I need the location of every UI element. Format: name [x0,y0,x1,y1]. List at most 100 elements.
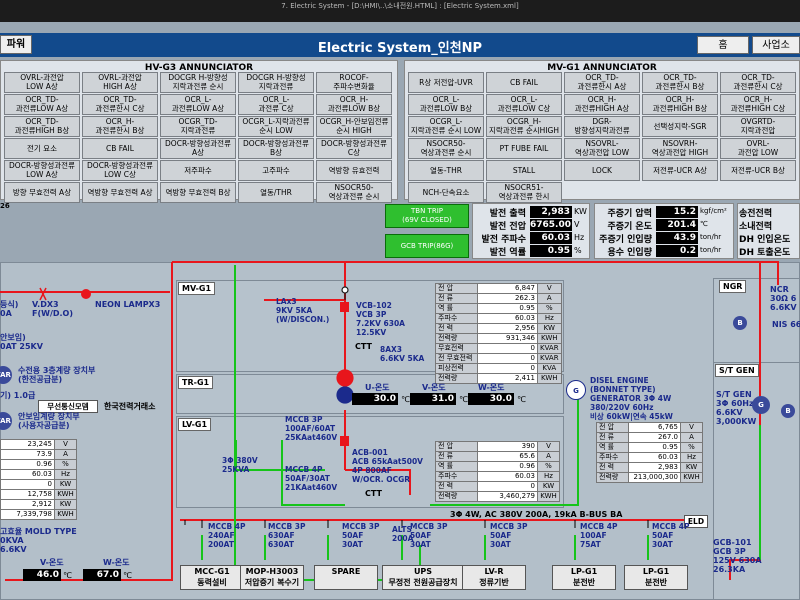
lv-table-unit: % [537,461,560,472]
nis-label: NIS 66 [772,320,800,329]
acb-breaker [340,436,349,446]
left-table-unit: KW [54,479,77,490]
red-top-bus [172,261,779,285]
w-temp-unit: ℃ [123,571,132,580]
left-table-row: 23,245 V [0,439,77,450]
u-temp-unit: ℃ [401,395,410,404]
left-table-value: 60.03 [0,469,55,480]
mold-type-label: 고효율 MOLD TYPE 0KVA 6.6KV [0,527,77,554]
tr-v-temp-label: V-온도 [422,383,446,392]
mccb-main-label: MCCB 3P 100AF/60AT 25KAat460V [285,415,338,442]
mv-table-row: 피상전력 0 KVA [435,363,562,374]
left-table-unit: KW [54,499,77,510]
tr-w-temp-label: W-온도 [478,383,505,392]
vcb-breaker [340,302,349,312]
feeder-button[interactable]: UPS 무정전 전원공급장치 [382,565,464,590]
diesel-table-unit: Hz [680,452,703,463]
lv-table-value: 60.03 [477,471,538,482]
mv-metering-table: 전 압 6,847 V 전 류 262.3 A 역 률 0.95% 주파수 60.03 Hz 전 력 2… [435,283,562,384]
lv-table-unit: KW [537,481,560,492]
mv-table-label: 역 률 [435,303,478,314]
mv-table-row: 주파수 60.03 Hz [435,313,562,324]
mv-table-value: 0.95 [477,303,538,314]
left-table-unit: KWH [54,489,77,500]
lv-table-unit: V [537,441,560,452]
vdx-label: V.DX3 F(W/D.O) [32,300,74,318]
lv-table-row: 역 률 0.96% [435,461,560,472]
diesel-table-label: 전 압 [596,422,629,433]
mv-table-value: 0 [477,353,538,364]
diesel-table-label: 전력량 [596,472,629,483]
feeder-button[interactable]: LP-G1 분전반 [624,565,688,590]
diesel-metering-table: 전 압 6,765 V 전 류 267.0 A 역 률 0.95% 주파수 60.03 Hz 전 력2… [596,422,703,483]
mv-table-unit: KW [537,323,562,334]
diesel-table-value: 267.0 [628,432,681,443]
mv-table-row: 역 률 0.95% [435,303,562,314]
diesel-table-row: 전 류 267.0 A [596,432,703,443]
lv-table-row: 전 력 0 KW [435,481,560,492]
tr-w-temp-value: 30.0 [468,393,514,405]
vcb-label: VCB-102 VCB 3P 7.2KV 630A 12.5KV [356,301,405,337]
left-table-value: 23,245 [0,439,55,450]
left-table-unit: A [54,449,77,460]
lv-table-label: 전 류 [435,451,478,462]
lv-table-value: 390 [477,441,538,452]
mv-table-row: 전 무효전력 0 KVAR [435,353,562,364]
left-item1: 등식) 0A [0,300,19,318]
diesel-table-value: 2,983 [628,462,681,473]
mv-table-unit: KVA [537,363,562,374]
diesel-table-label: 역 률 [596,442,629,453]
mv-table-value: 60.03 [477,313,538,324]
diesel-table-value: 6,765 [628,422,681,433]
three-phase-label: 3Φ 380V 25KVA [222,456,258,474]
tr-w-temp-unit: ℃ [517,395,526,404]
lv-table-label: 주파수 [435,471,478,482]
diesel-generator-icon: G [566,380,586,400]
w-temp-value: 67.0 [83,569,121,581]
diesel-table-row: 역 률 0.95% [596,442,703,453]
mv-table-value: 262.3 [477,293,538,304]
pt-class-label: 기) 1.0급 [0,391,36,400]
feeder-button[interactable]: LP-G1 분전반 [552,565,616,590]
mv-table-label: 전 력 [435,323,478,334]
diesel-table-value: 213,000,300 [628,472,681,483]
left-table-value: 2,912 [0,499,55,510]
left-table-value: 7,339,798 [0,509,55,520]
metering-label: 수전용 3층계량 장치부 (한전공급분) [18,366,96,384]
diesel-table-label: 전 력 [596,462,629,473]
u-temp-value: 30.0 [352,393,398,405]
lv-table-row: 주파수 60.03 Hz [435,471,560,482]
gcb-label: GCB-101 GCB 3P 125V 630A 26.3KA [713,538,762,574]
diesel-table-unit: KW [680,462,703,473]
feeder-spec-label: MCCB 4P 100AF 75AT [580,522,618,549]
left-table-unit: % [54,459,77,470]
left-table-row: 0.96% [0,459,77,470]
left-table-row: 0 KW [0,479,77,490]
v-temp-label: V-온도 [40,558,64,567]
diesel-table-label: 전 류 [596,432,629,443]
left-table-row: 60.03 Hz [0,469,77,480]
diesel-spec-label: DISEL ENGINE (BONNET TYPE) GENERATOR 3Φ … [590,376,673,421]
feeder-button[interactable]: MOP-H3003 저압증기 복수기 [240,565,304,590]
left-table-row: 12,758 KWH [0,489,77,500]
mv-table-value: 0 [477,343,538,354]
left-table-value: 0.96 [0,459,55,470]
lv-table-value: 65.6 [477,451,538,462]
mv-table-row: 무효전력 0 KVAR [435,343,562,354]
mv-table-label: 무효전력 [435,343,478,354]
w-temp-label: W-온도 [103,558,130,567]
diesel-table-unit: KWH [680,472,703,483]
feeder-button[interactable]: LV-R 정류기반 [462,565,526,590]
lv-table-unit: KWH [537,491,560,502]
lax-label: LAx3 9KV 5KA (W/DISCON.) [276,297,330,324]
mv-table-row: 전 류 262.3 A [435,293,562,304]
mv-table-value: 6,847 [477,283,538,294]
u-temp-label: U-온도 [365,383,390,392]
feeder-button[interactable]: SPARE [314,565,378,590]
feeder-button[interactable]: MCC-G1 동력설비 [180,565,244,590]
diesel-table-unit: A [680,432,703,443]
bax-label: 8AX3 6.6KV 5KA [380,345,425,363]
mv-table-row: 전력량 2,411 KWH [435,373,562,384]
mv-table-row: 전 압 6,847 V [435,283,562,294]
left-table-row: 2,912 KW [0,499,77,510]
